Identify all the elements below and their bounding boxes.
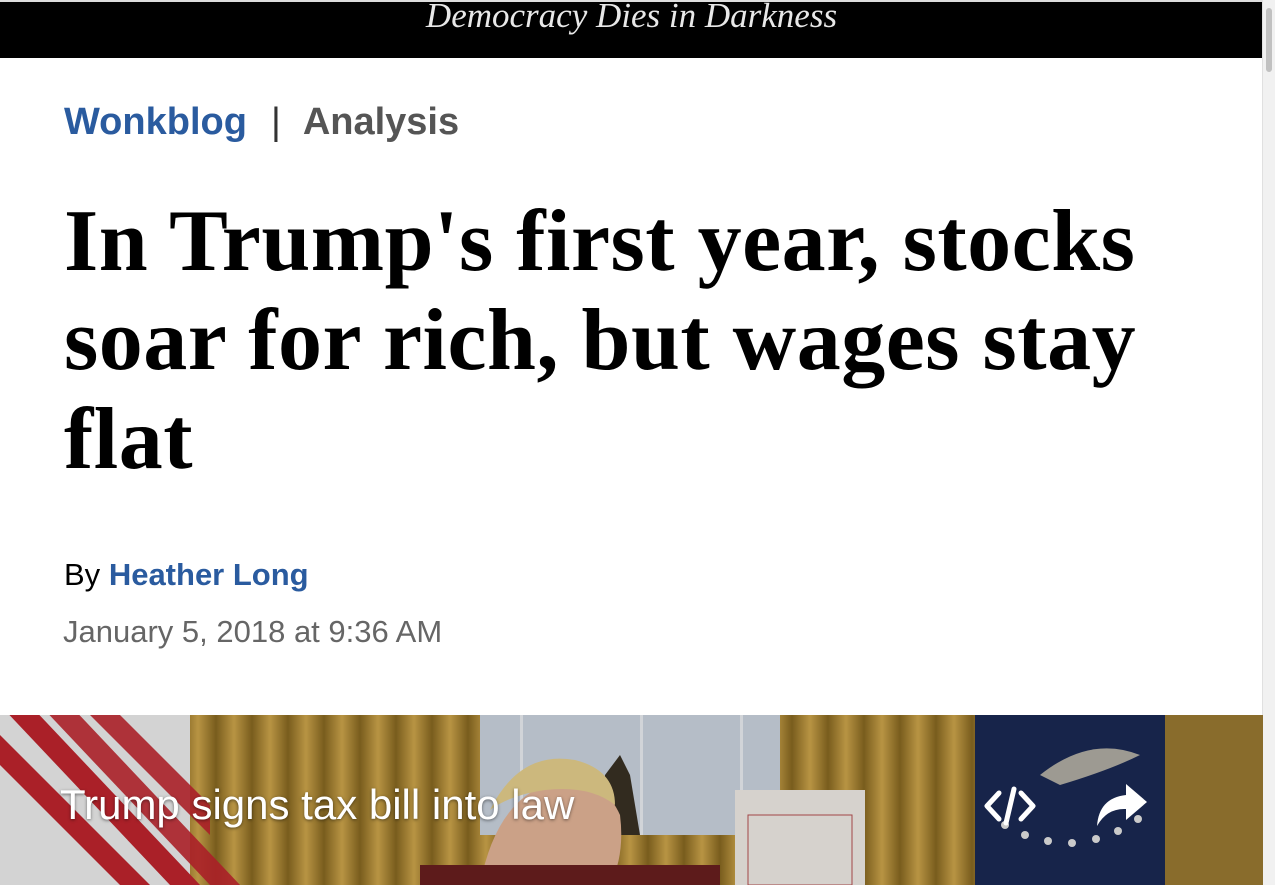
- masthead-tagline: Democracy Dies in Darkness: [425, 0, 838, 35]
- byline-prefix: By: [64, 557, 101, 592]
- embed-code-icon: [984, 786, 1036, 826]
- page-scrollbar[interactable]: [1262, 0, 1275, 885]
- article-headline: In Trump's first year, stocks soar for r…: [64, 193, 1137, 488]
- analysis-label: Analysis: [302, 101, 460, 143]
- publish-date: January 5, 2018 at 9:36 AM: [63, 614, 443, 649]
- section-link[interactable]: Wonkblog: [64, 101, 247, 143]
- byline: By Heather Long: [64, 557, 309, 593]
- scrollbar-thumb[interactable]: [1266, 8, 1272, 72]
- video-caption: Trump signs tax bill into law: [60, 781, 575, 828]
- share-button[interactable]: [1093, 780, 1149, 830]
- masthead-bar: Democracy Dies in Darkness: [0, 0, 1263, 58]
- kicker-separator: |: [270, 101, 281, 143]
- embed-button[interactable]: [982, 783, 1038, 829]
- article-kicker: Wonkblog | Analysis: [64, 101, 459, 144]
- share-arrow-icon: [1097, 784, 1147, 826]
- author-link[interactable]: Heather Long: [109, 557, 309, 592]
